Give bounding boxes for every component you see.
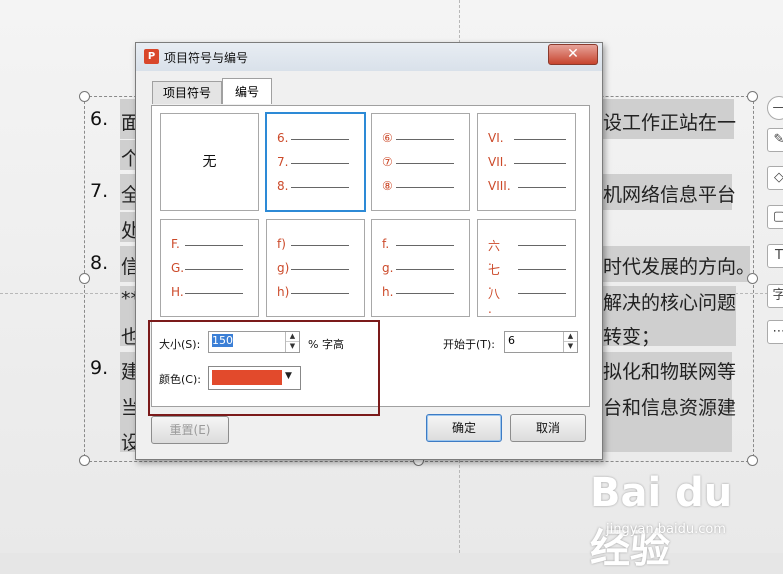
spin-down-icon[interactable]: ▼ [564, 342, 577, 351]
annotation-highlight-box [148, 320, 380, 416]
numbering-mark: ⑥ [382, 131, 393, 145]
numbering-mark: 7. [277, 155, 289, 169]
font-icon[interactable]: 字 [767, 284, 783, 308]
numbering-mark: g. [382, 261, 394, 275]
resize-handle[interactable] [747, 455, 758, 466]
style-option-circled[interactable]: ⑥ ⑦ ⑧ [371, 113, 470, 211]
tab-numbering[interactable]: 编号 [222, 78, 272, 104]
numbering-mark: 八 . [488, 287, 501, 316]
text-tool-icon[interactable]: T [767, 244, 783, 268]
slide-text: 设工作正站在一 [603, 112, 737, 134]
dialog-title: 项目符号与编号 [164, 51, 249, 65]
list-number: 9. [90, 357, 109, 379]
style-option-roman[interactable]: VI. VII. VIII. [477, 113, 576, 211]
style-option-lower-alpha[interactable]: f. g. h. [371, 219, 470, 317]
numbering-mark: ⑦ [382, 155, 393, 169]
fill-icon[interactable]: ◇ [767, 166, 783, 190]
numbering-mark: 6. [277, 131, 289, 145]
pen-icon[interactable]: ✎ [767, 128, 783, 152]
resize-handle[interactable] [79, 91, 90, 102]
style-option-arabic[interactable]: 6. 7. 8. [265, 112, 366, 212]
close-button[interactable]: ✕ [548, 44, 598, 65]
spin-up-icon[interactable]: ▲ [564, 332, 577, 342]
numbering-mark: f. [382, 237, 390, 251]
dialog-titlebar[interactable]: P 项目符号与编号 ✕ [136, 43, 602, 71]
list-number: 6. [90, 108, 109, 130]
reset-button[interactable]: 重置(E) [151, 416, 229, 444]
numbering-mark: ⑧ [382, 179, 393, 193]
numbering-mark: VII. [488, 155, 508, 169]
slide-text: 时代发展的方向。 [603, 256, 756, 278]
minus-icon[interactable]: — [767, 96, 783, 120]
none-label: 无 [202, 154, 217, 170]
resize-handle[interactable] [79, 273, 90, 284]
numbering-mark: h) [277, 285, 290, 299]
shape-icon[interactable]: ▢ [767, 205, 783, 229]
slide-text: 台和信息资源建 [603, 397, 737, 419]
more-icon[interactable]: ⋯ [767, 320, 783, 344]
numbering-mark: VIII. [488, 179, 511, 193]
numbering-mark: 8. [277, 179, 289, 193]
numbering-mark: H. [171, 285, 184, 299]
style-option-chinese[interactable]: 六 . 七 . 八 . [477, 219, 576, 317]
slide-text: 机网络信息平台 [603, 184, 737, 206]
numbering-mark: F. [171, 237, 180, 251]
list-number: 7. [90, 180, 109, 202]
slide-text: 拟化和物联网等 [603, 361, 737, 383]
slide-text: 转变； [603, 326, 661, 348]
slide-text: 解决的核心问题 [603, 292, 737, 314]
list-number: 8. [90, 252, 109, 274]
numbering-mark: g) [277, 261, 290, 275]
numbering-mark: f) [277, 237, 286, 251]
start-at-label: 开始于(T): [443, 338, 496, 351]
app-icon: P [144, 49, 159, 64]
numbering-mark: h. [382, 285, 394, 299]
resize-handle[interactable] [747, 91, 758, 102]
numbering-mark: G. [171, 261, 185, 275]
style-option-upper-alpha[interactable]: F. G. H. [160, 219, 259, 317]
start-at-spinner[interactable]: 6 ▲ ▼ [504, 331, 578, 353]
cancel-button[interactable]: 取消 [510, 414, 586, 442]
numbering-mark: VI. [488, 131, 504, 145]
start-at-value[interactable]: 6 [508, 334, 515, 347]
resize-handle[interactable] [79, 455, 90, 466]
style-option-lower-alpha-paren[interactable]: f) g) h) [266, 219, 365, 317]
ok-button[interactable]: 确定 [426, 414, 502, 442]
tab-bullets[interactable]: 项目符号 [152, 81, 222, 104]
watermark-url: jingyan.baidu.com [606, 522, 726, 537]
style-option-none[interactable]: 无 [160, 113, 259, 211]
